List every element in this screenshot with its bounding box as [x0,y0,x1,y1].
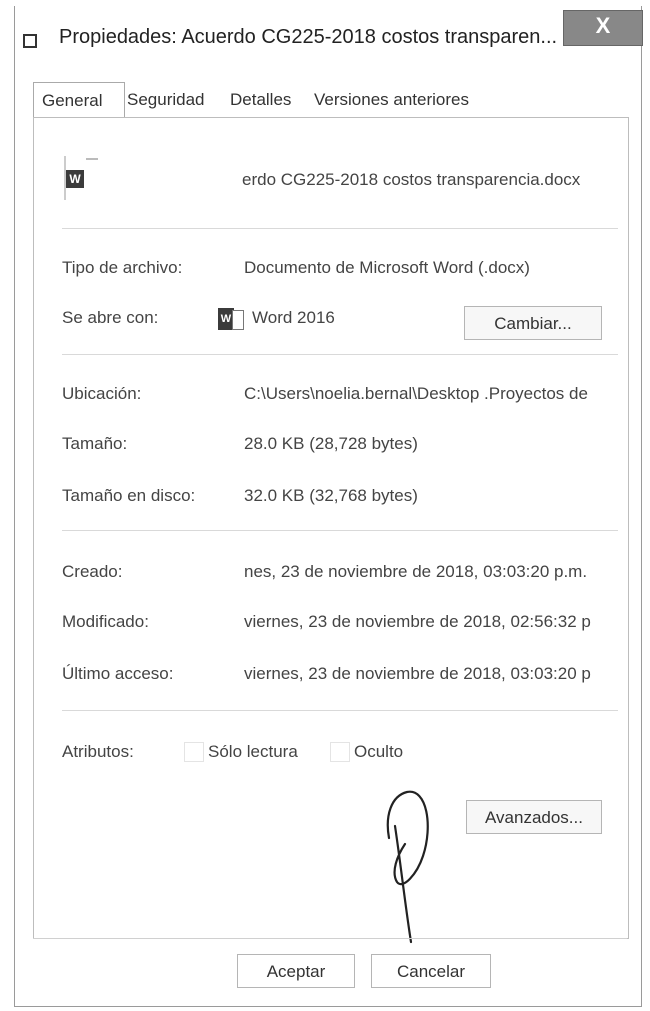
modificado-label: Modificado: [62,612,149,631]
creado-value: nes, 23 de noviembre de 2018, 03:03:20 p… [244,562,588,581]
close-button[interactable]: X [563,10,643,46]
general-tab-panel: W erdo CG225-2018 costos transparencia.d… [33,117,629,939]
oculto-label[interactable]: Oculto [354,742,403,762]
footer-divider [33,938,627,939]
tab-versiones-anteriores[interactable]: Versiones anteriores [314,90,469,110]
atributos-label: Atributos: [62,742,134,761]
modificado-value: viernes, 23 de noviembre de 2018, 02:56:… [244,612,591,631]
oculto-checkbox[interactable] [330,742,350,762]
handwritten-signature [386,790,429,944]
file-name[interactable]: erdo CG225-2018 costos transparencia.doc… [242,170,622,190]
ultimo-acceso-label: Último acceso: [62,664,174,683]
cambiar-button[interactable]: Cambiar... [464,306,602,340]
avanzados-button[interactable]: Avanzados... [466,800,602,834]
divider [62,228,618,229]
window-title: Propiedades: Acuerdo CG225-2018 costos t… [59,26,558,48]
ubicacion-label: Ubicación: [62,384,142,403]
ultimo-acceso-value: viernes, 23 de noviembre de 2018, 03:03:… [244,664,591,683]
tab-general[interactable]: General [33,82,125,118]
solo-lectura-label[interactable]: Sólo lectura [208,742,298,762]
creado-label: Creado: [62,562,123,581]
divider [62,354,618,355]
tamano-disco-value: 32.0 KB (32,768 bytes) [244,486,418,505]
window-menu-icon[interactable] [23,34,37,48]
se-abre-con-label: Se abre con: [62,308,159,327]
title-bar: Propiedades: Acuerdo CG225-2018 costos t… [15,6,643,58]
word-document-icon: W [64,156,100,200]
se-abre-con-value: Word 2016 [252,308,335,327]
cancelar-button[interactable]: Cancelar [371,954,491,988]
tamano-label: Tamaño: [62,434,128,453]
tipo-archivo-label: Tipo de archivo: [62,258,183,277]
word-app-icon: W [218,308,244,332]
aceptar-button[interactable]: Aceptar [237,954,355,988]
tab-seguridad[interactable]: Seguridad [127,90,205,110]
tipo-archivo-value: Documento de Microsoft Word (.docx) [244,258,530,277]
tamano-disco-label: Tamaño en disco: [62,486,196,505]
ubicacion-value: C:\Users\noelia.bernal\Desktop .Proyecto… [244,384,588,403]
tamano-value: 28.0 KB (28,728 bytes) [244,434,418,453]
solo-lectura-checkbox[interactable] [184,742,204,762]
divider [62,710,618,711]
properties-dialog: Propiedades: Acuerdo CG225-2018 costos t… [14,6,643,1007]
divider [62,530,618,531]
tab-detalles[interactable]: Detalles [230,90,291,110]
